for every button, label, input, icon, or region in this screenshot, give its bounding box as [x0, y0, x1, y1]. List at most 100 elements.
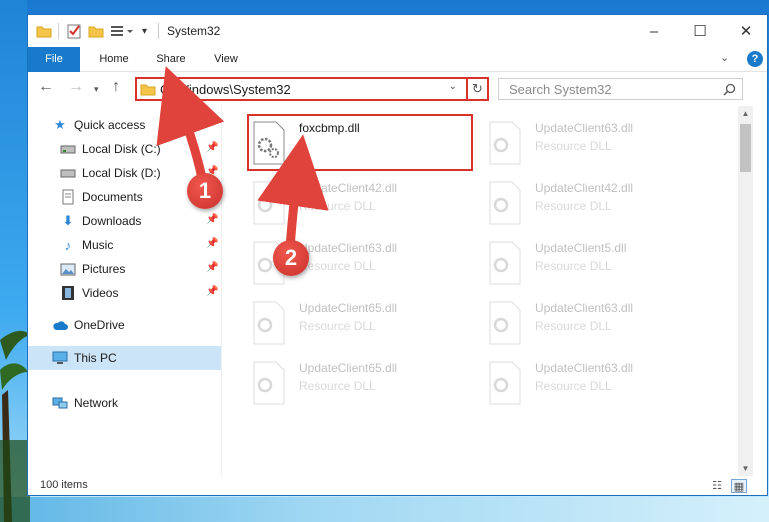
sidebar-item-quick-access[interactable]: ★ Quick access [52, 114, 145, 136]
download-icon: ⬇ [62, 213, 74, 228]
item-count: 100 items [40, 479, 88, 491]
scroll-down-arrow[interactable]: ▼ [738, 461, 753, 476]
dll-file-icon [489, 301, 521, 345]
scroll-up-arrow[interactable]: ▲ [738, 106, 753, 121]
large-icons-view-icon[interactable]: ▦ [731, 479, 747, 493]
dll-file-icon [489, 361, 521, 405]
file-name: UpdateClient63.dll [535, 361, 634, 375]
sidebar-item-local-disk-c[interactable]: Local Disk (C:) [60, 138, 161, 160]
file-type: Resource DLL [535, 139, 612, 153]
address-dropdown-icon[interactable]: ⌄ [449, 81, 457, 92]
file-type: Resource DLL [535, 199, 612, 213]
sidebar-item-network[interactable]: Network [52, 392, 118, 414]
file-name: UpdateClient42.dll [299, 181, 398, 195]
videos-icon [60, 285, 76, 301]
navigation-bar: ← → ▾ ↑ C:\Windows\System32 ⌄ ↻ Search S… [28, 72, 767, 106]
folder-icon [36, 22, 52, 40]
drive-icon [60, 165, 76, 181]
file-tile[interactable]: UpdateClient63.dll Resource DLL [483, 356, 713, 414]
forward-button[interactable]: → [68, 78, 84, 96]
expand-ribbon-icon[interactable]: ⌄ [720, 51, 729, 64]
file-tile[interactable]: UpdateClient42.dll Resource DLL [247, 176, 477, 234]
sidebar-item-music[interactable]: ♪ Music [60, 234, 114, 256]
ribbon: File Home Share View ⌄ ? [28, 47, 767, 72]
address-path: C:\Windows\System32 [160, 82, 291, 97]
desktop-background-bottom [0, 497, 769, 522]
music-icon: ♪ [64, 237, 72, 253]
file-type: Resource DLL [299, 319, 376, 333]
sidebar-item-videos[interactable]: Videos [60, 282, 118, 304]
recent-locations-dropdown[interactable]: ▾ [94, 84, 99, 95]
sidebar-item-local-disk-d[interactable]: Local Disk (D:) [60, 162, 161, 184]
sidebar-item-label: Network [74, 396, 119, 410]
folder-icon [140, 84, 156, 96]
file-list: foxcbmp.dll UpdateClient63.dll Resource … [223, 106, 753, 476]
file-explorer-window: ▾ System32 – ☐ ✕ File Home Share View ⌄ … [27, 14, 768, 496]
file-type: Resource DLL [535, 379, 612, 393]
tab-home[interactable]: Home [88, 47, 140, 72]
new-folder-icon[interactable] [88, 22, 104, 40]
window-title: System32 [167, 24, 221, 38]
file-name: UpdateClient63.dll [535, 301, 634, 315]
sidebar-item-label: Music [82, 238, 114, 252]
sidebar-item-documents[interactable]: Documents [60, 186, 143, 208]
cloud-icon [52, 317, 68, 333]
sidebar-item-label: Quick access [74, 118, 146, 132]
properties-icon[interactable] [66, 22, 82, 40]
vertical-scrollbar[interactable]: ▲ ▼ [738, 106, 753, 476]
up-button[interactable]: ↑ [112, 78, 120, 96]
documents-icon [60, 189, 76, 205]
title-separator-2 [158, 23, 159, 39]
sidebar-item-downloads[interactable]: ⬇ Downloads [60, 210, 142, 232]
file-tile[interactable]: UpdateClient63.dll Resource DLL [483, 296, 713, 354]
sidebar-item-label: This PC [74, 351, 117, 365]
minimize-button[interactable]: – [631, 15, 677, 47]
sidebar-item-pictures[interactable]: Pictures [60, 258, 125, 280]
pictures-icon [60, 261, 76, 277]
pc-icon [52, 350, 68, 366]
file-tile[interactable]: UpdateClient65.dll Resource DLL [247, 356, 477, 414]
pane-splitter[interactable] [221, 106, 222, 476]
file-type: Resource DLL [299, 199, 376, 213]
step-1-callout: 1 [187, 173, 223, 209]
file-name: UpdateClient63.dll [299, 241, 398, 255]
maximize-button[interactable]: ☐ [677, 15, 723, 47]
file-type: Resource DLL [299, 259, 376, 273]
refresh-button[interactable]: ↻ [466, 77, 489, 101]
sidebar-item-this-pc[interactable]: This PC [52, 347, 117, 369]
file-tile[interactable]: UpdateClient5.dll Resource DLL [483, 236, 713, 294]
search-input[interactable]: Search System32 [498, 78, 743, 100]
sidebar-item-onedrive[interactable]: OneDrive [52, 314, 125, 336]
scrollbar-thumb[interactable] [740, 124, 751, 172]
file-tile[interactable]: UpdateClient42.dll Resource DLL [483, 176, 713, 234]
sidebar-item-label: Local Disk (C:) [82, 142, 161, 156]
file-tile[interactable]: UpdateClient65.dll Resource DLL [247, 296, 477, 354]
sidebar-item-label: Videos [82, 286, 119, 300]
details-view-icon[interactable]: ☷ [709, 479, 725, 493]
file-type: Resource DLL [299, 379, 376, 393]
dll-file-icon [253, 301, 285, 345]
back-button[interactable]: ← [38, 78, 54, 96]
dll-file-icon [489, 181, 521, 225]
sidebar-item-label: Downloads [82, 214, 142, 228]
address-bar[interactable]: C:\Windows\System32 ⌄ [135, 77, 487, 101]
tab-share[interactable]: Share [146, 47, 196, 72]
sidebar-item-label: OneDrive [74, 318, 125, 332]
dll-file-icon [253, 181, 285, 225]
close-button[interactable]: ✕ [723, 15, 769, 47]
quick-access-dropdown-icon[interactable]: ▾ [142, 22, 147, 40]
file-name: UpdateClient63.dll [535, 121, 634, 135]
tab-file[interactable]: File [28, 47, 80, 72]
search-placeholder: Search System32 [509, 82, 612, 97]
star-icon: ★ [54, 117, 66, 132]
file-tile[interactable]: UpdateClient63.dll Resource DLL [483, 116, 713, 174]
sidebar-item-label: Documents [82, 190, 143, 204]
dll-file-icon [489, 121, 521, 165]
help-button[interactable]: ? [747, 51, 763, 67]
pin-icon: 📌 [206, 214, 219, 225]
title-bar: ▾ System32 – ☐ ✕ [28, 15, 767, 47]
tab-view[interactable]: View [202, 47, 250, 72]
title-separator [58, 23, 59, 39]
file-name: UpdateClient42.dll [535, 181, 634, 195]
customize-toolbar-icon[interactable] [110, 22, 136, 40]
